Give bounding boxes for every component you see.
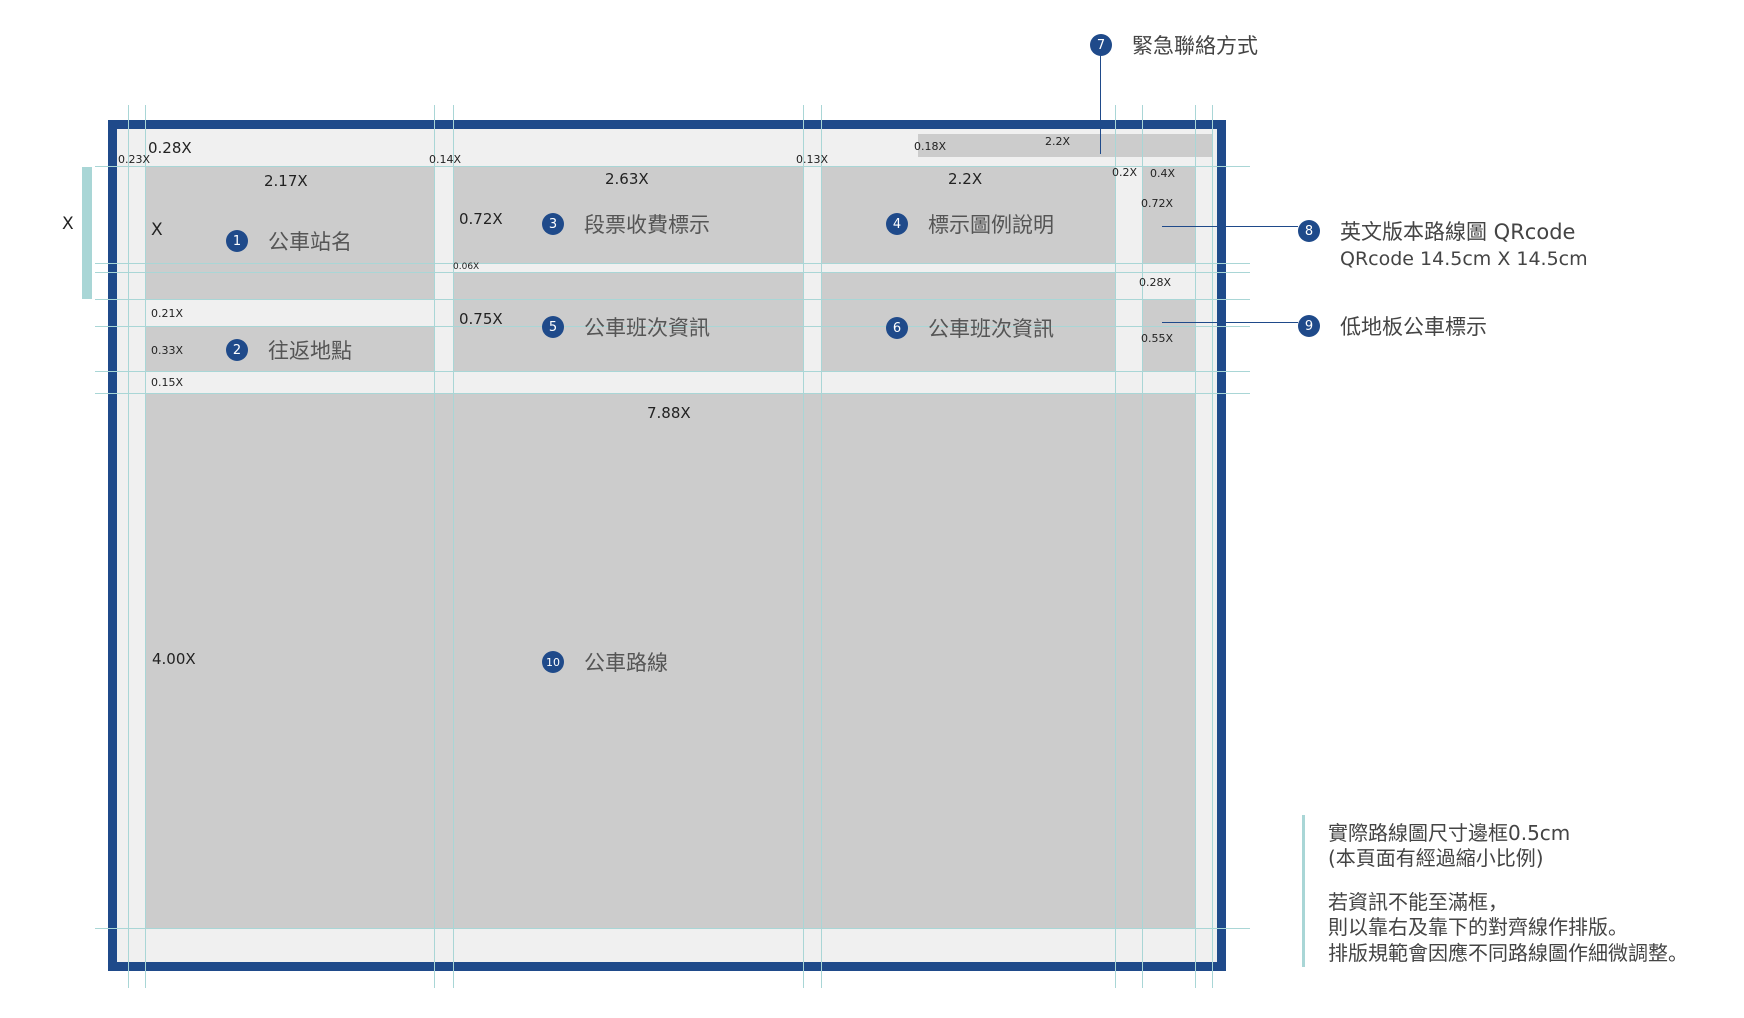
guide-line (95, 371, 1250, 372)
guide-line (1142, 105, 1143, 988)
dim-col1-height: X (151, 220, 163, 240)
section-legend: 4 標示圖例說明 (886, 209, 1054, 239)
section-label: 段票收費標示 (584, 213, 710, 237)
dim-fare-height: 0.72X (459, 210, 503, 228)
note-actual-size: 實際路線圖尺寸邊框0.5cm (1328, 821, 1571, 845)
section-schedule-5: 5 公車班次資訊 (542, 312, 710, 342)
number-badge-1: 1 (226, 230, 248, 252)
leader-line-9 (1162, 322, 1298, 323)
leader-line-7 (1100, 50, 1101, 154)
dim-route-width: 7.88X (647, 404, 691, 422)
dim-schedule-height: 0.75X (459, 310, 503, 328)
callout-label: 緊急聯絡方式 (1132, 34, 1258, 58)
dim-gap-21: 0.21X (151, 307, 184, 320)
leader-line-8 (1162, 226, 1298, 227)
callout-qrcode: 8 英文版本路線圖 QRcode (1298, 216, 1575, 246)
section-label: 公車班次資訊 (584, 316, 710, 340)
block-bus-route (145, 393, 1195, 928)
number-badge-5: 5 (542, 316, 564, 338)
guide-line (95, 393, 1250, 394)
callout-low-floor: 9 低地板公車標示 (1298, 311, 1487, 341)
guide-line (453, 105, 454, 988)
guide-line (1195, 105, 1196, 988)
note-bar (1302, 815, 1305, 967)
dim-top-margin: 0.28X (148, 139, 192, 157)
section-label: 公車站名 (268, 230, 352, 254)
dim-gap-13: 0.13X (796, 153, 829, 166)
number-badge-6: 6 (886, 317, 908, 339)
number-badge-9: 9 (1298, 315, 1320, 337)
dim-qr-height: 0.72X (1141, 197, 1174, 210)
number-badge-4: 4 (886, 213, 908, 235)
section-label: 公車班次資訊 (928, 317, 1054, 341)
section-label: 公車路線 (584, 651, 668, 675)
dim-col3-width: 2.2X (948, 170, 983, 188)
guide-line (145, 105, 146, 988)
note-scaled: (本頁面有經過縮小比例) (1328, 846, 1544, 870)
callout-label: 英文版本路線圖 QRcode (1340, 220, 1576, 244)
guide-line (434, 105, 435, 988)
section-bus-route: 10 公車路線 (542, 647, 668, 677)
guide-line (95, 263, 1250, 264)
dim-col1-width: 2.17X (264, 172, 308, 190)
section-label: 往返地點 (268, 339, 352, 363)
section-station-name: 1 公車站名 (226, 226, 352, 256)
callout-qrcode-size: QRcode 14.5cm X 14.5cm (1340, 248, 1588, 270)
dim-right-gap: 0.2X (1112, 166, 1138, 179)
section-label: 標示圖例說明 (928, 213, 1054, 237)
block-qrcode (1142, 166, 1195, 263)
callout-label: 低地板公車標示 (1340, 315, 1487, 339)
guide-line (95, 272, 1250, 273)
dim-gap-06: 0.06X (453, 262, 480, 272)
number-badge-10: 10 (542, 651, 564, 673)
dim-gap-15: 0.15X (151, 376, 184, 389)
dim-roundtrip-height: 0.33X (151, 344, 184, 357)
number-badge-2: 2 (226, 339, 248, 361)
section-fare: 3 段票收費標示 (542, 209, 710, 239)
dim-col2-width: 2.63X (605, 170, 649, 188)
note-alignment-1: 若資訊不能至滿框， (1328, 890, 1508, 914)
guide-line (128, 105, 129, 988)
guide-line (95, 166, 1250, 167)
dim-qr-width: 0.4X (1150, 167, 1176, 180)
guide-line (803, 105, 804, 988)
dim-route-height: 4.00X (152, 650, 196, 668)
guide-line (95, 928, 1250, 929)
dim-contact-width: 2.2X (1045, 135, 1071, 148)
note-alignment-3: 排版規範會因應不同路線圖作細微調整。 (1328, 941, 1688, 965)
number-badge-7: 7 (1090, 34, 1112, 56)
x-scale-bar (82, 167, 92, 299)
dim-lowfloor-height: 0.55X (1141, 332, 1174, 345)
dim-contact-height: 0.18X (914, 140, 947, 153)
note-alignment-2: 則以靠右及靠下的對齊線作排版。 (1328, 915, 1628, 939)
dim-gap-28: 0.28X (1139, 276, 1172, 289)
section-round-trip: 2 往返地點 (226, 335, 352, 365)
dim-gap-14: 0.14X (429, 153, 462, 166)
number-badge-8: 8 (1298, 220, 1320, 242)
guide-line (821, 105, 822, 988)
dim-left-margin: 0.23X (118, 153, 151, 166)
number-badge-3: 3 (542, 213, 564, 235)
guide-line (95, 299, 1250, 300)
section-schedule-6: 6 公車班次資訊 (886, 313, 1054, 343)
guide-line (1212, 105, 1213, 988)
guide-line (1115, 105, 1116, 988)
x-marker-label: X (62, 214, 74, 234)
callout-emergency-contact: 7 緊急聯絡方式 (1090, 30, 1258, 60)
